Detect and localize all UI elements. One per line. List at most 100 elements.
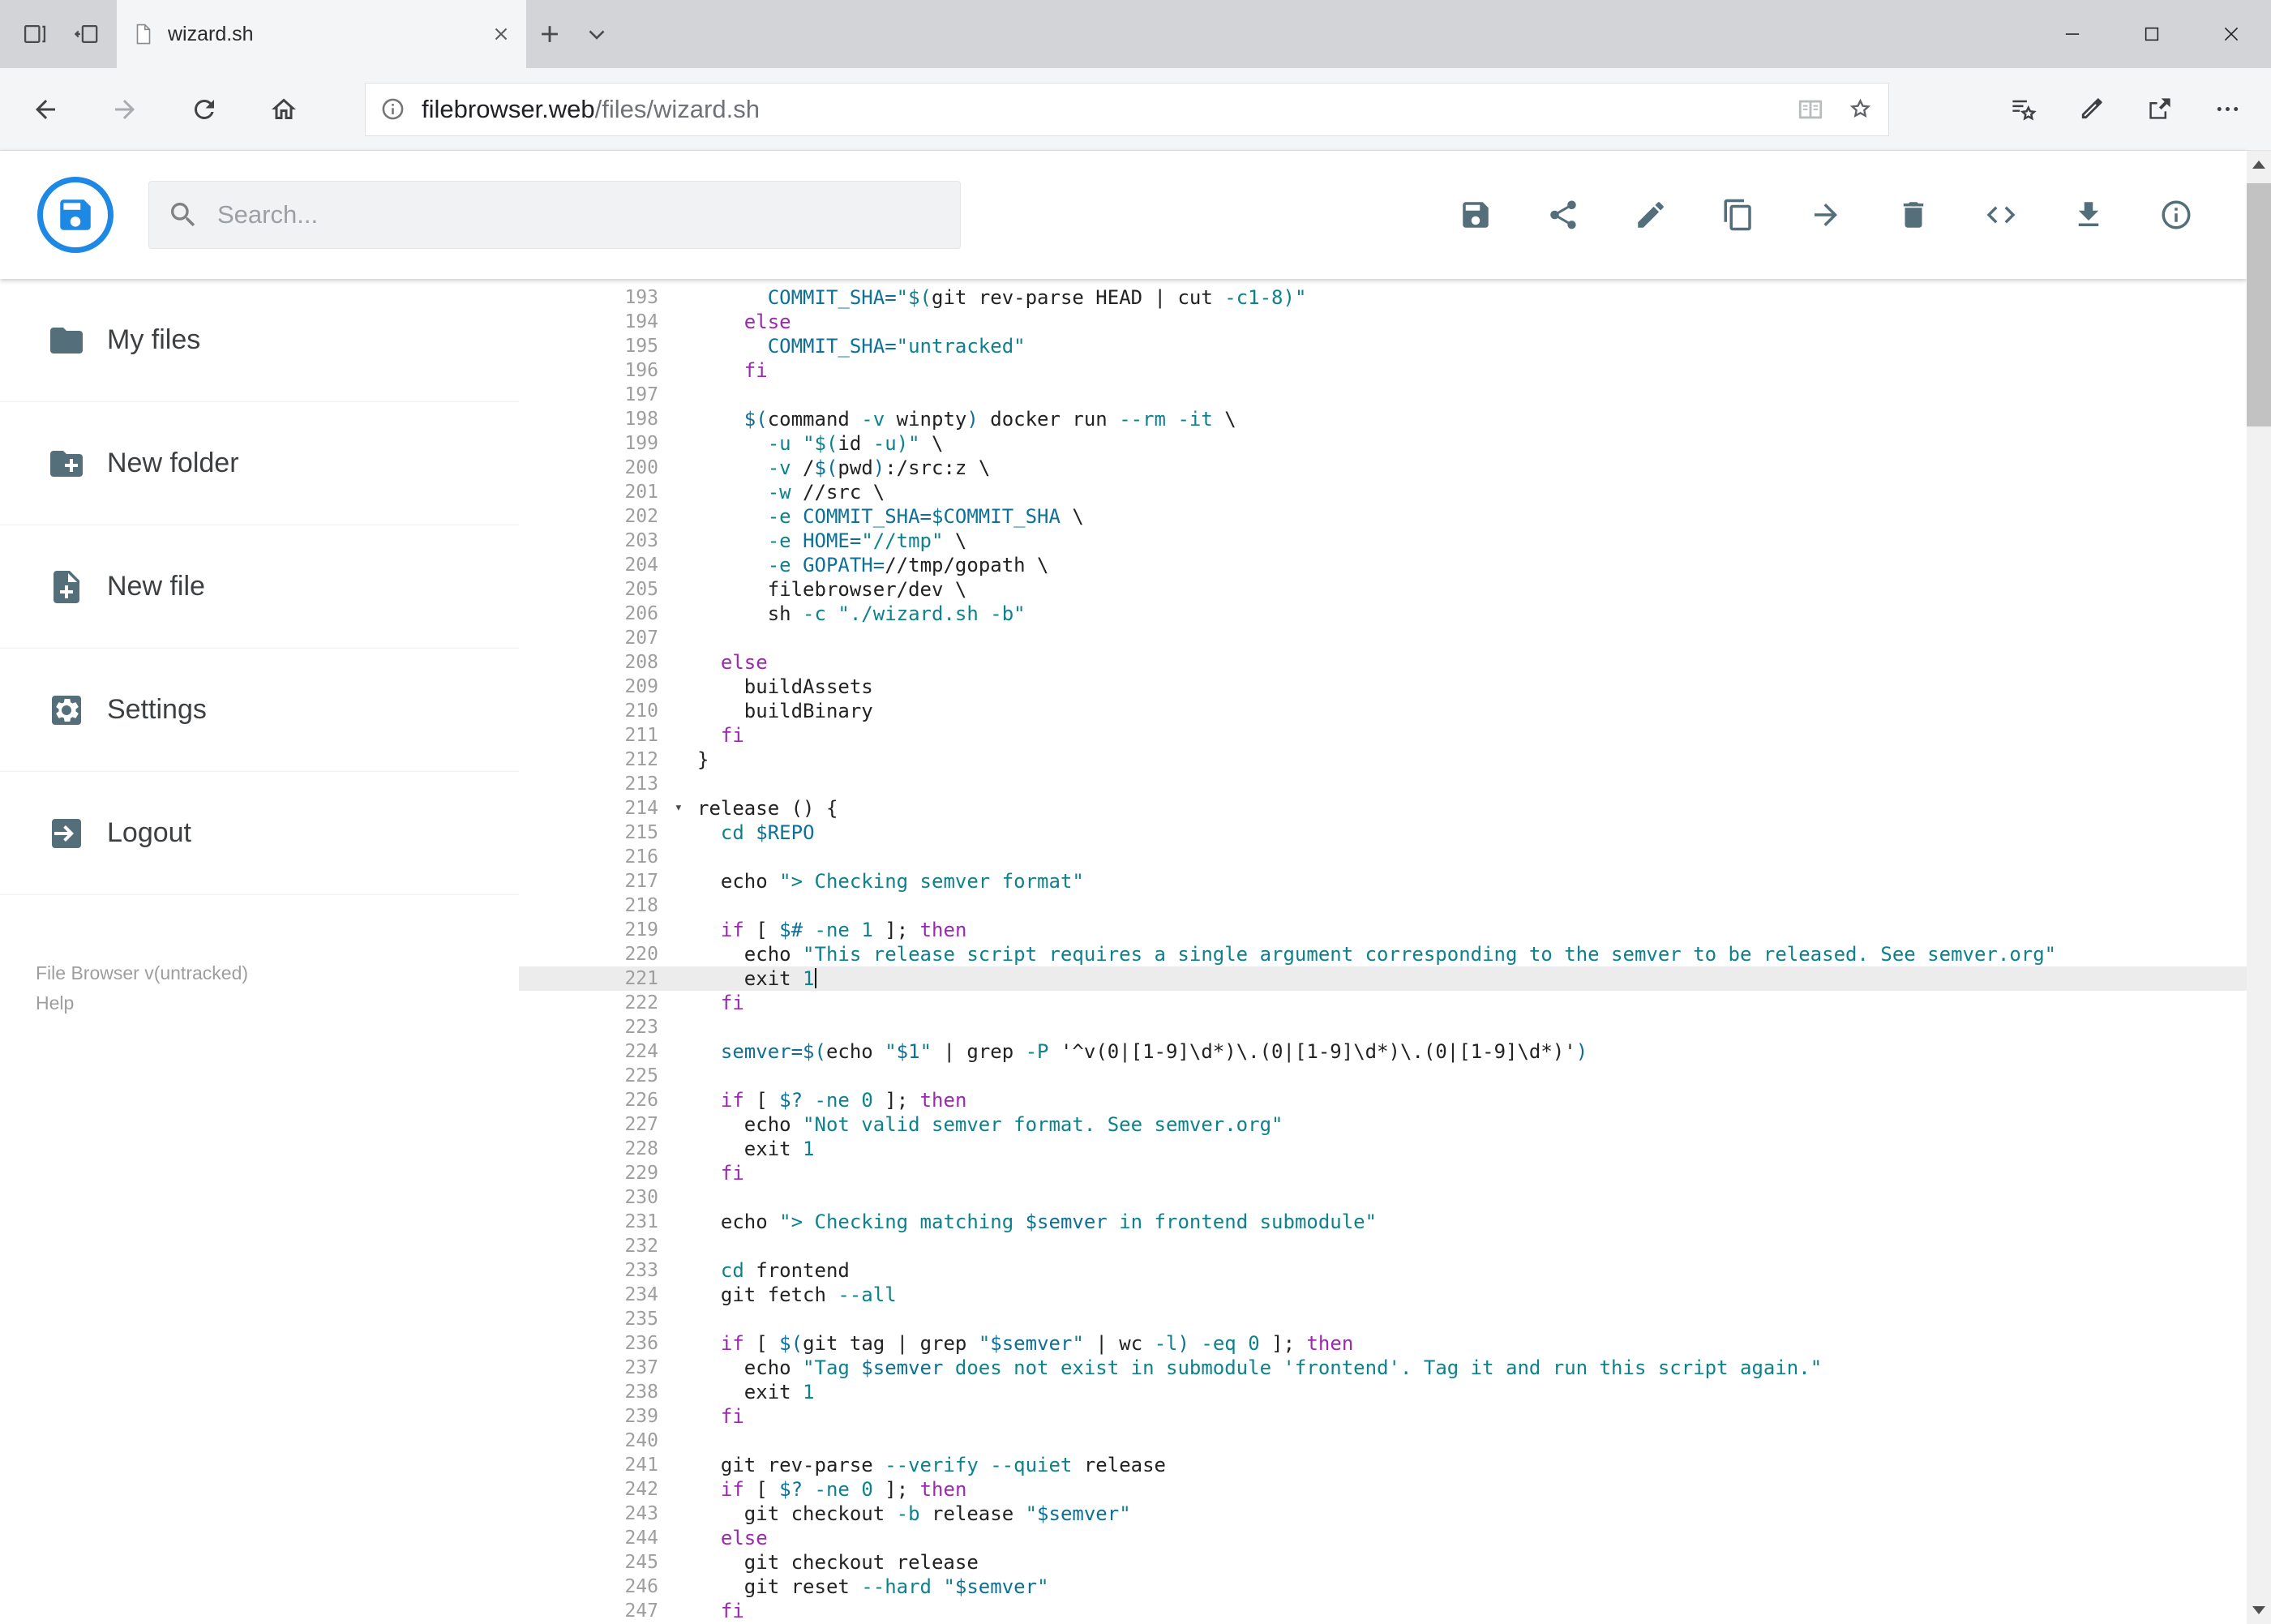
code-line-237[interactable]: 237 echo "Tag $semver does not exist in … — [519, 1356, 2247, 1380]
new-tab-button[interactable] — [526, 0, 573, 68]
code-line-215[interactable]: 215 cd $REPO — [519, 821, 2247, 845]
favorite-star-icon[interactable] — [1847, 96, 1874, 122]
code-line-206[interactable]: 206 sh -c "./wizard.sh -b" — [519, 602, 2247, 626]
code-line-240[interactable]: 240 — [519, 1429, 2247, 1453]
code-line-225[interactable]: 225 — [519, 1064, 2247, 1088]
sidebar-item-new-file[interactable]: New file — [0, 525, 519, 649]
window-close-button[interactable] — [2192, 0, 2271, 68]
site-info-icon[interactable] — [380, 96, 405, 122]
code-line-247[interactable]: 247 fi — [519, 1599, 2247, 1623]
code-line-242[interactable]: 242 if [ $? -ne 0 ]; then — [519, 1477, 2247, 1502]
code-line-221[interactable]: 221 exit 1 — [519, 966, 2247, 991]
reading-view-icon[interactable] — [1797, 96, 1824, 123]
code-line-231[interactable]: 231 echo "> Checking matching $semver in… — [519, 1210, 2247, 1234]
back-button[interactable] — [15, 79, 76, 140]
code-line-209[interactable]: 209 buildAssets — [519, 675, 2247, 699]
window-minimize-button[interactable] — [2033, 0, 2112, 68]
more-menu-button[interactable] — [2193, 79, 2261, 140]
home-button[interactable] — [253, 79, 315, 140]
code-line-234[interactable]: 234 git fetch --all — [519, 1283, 2247, 1307]
code-line-227[interactable]: 227 echo "Not valid semver format. See s… — [519, 1112, 2247, 1137]
code-line-207[interactable]: 207 — [519, 626, 2247, 650]
tab-preview-toggle-button[interactable] — [573, 0, 620, 68]
code-line-219[interactable]: 219 if [ $# -ne 1 ]; then — [519, 918, 2247, 942]
code-line-220[interactable]: 220 echo "This release script requires a… — [519, 942, 2247, 966]
delete-button[interactable] — [1896, 198, 1930, 232]
scroll-down-arrow[interactable] — [2247, 1596, 2271, 1624]
scrollbar-thumb[interactable] — [2247, 183, 2271, 426]
code-line-204[interactable]: 204 -e GOPATH=//tmp/gopath \ — [519, 553, 2247, 577]
code-line-241[interactable]: 241 git rev-parse --verify --quiet relea… — [519, 1453, 2247, 1477]
code-line-238[interactable]: 238 exit 1 — [519, 1380, 2247, 1404]
tabs-you-set-aside-button[interactable] — [11, 0, 58, 68]
code-line-197[interactable]: 197 — [519, 383, 2247, 407]
info-button[interactable] — [2159, 198, 2193, 232]
code-editor[interactable]: 193 COMMIT_SHA="$(git rev-parse HEAD | c… — [519, 279, 2247, 1624]
download-button[interactable] — [2072, 198, 2106, 232]
code-line-218[interactable]: 218 — [519, 893, 2247, 918]
code-line-201[interactable]: 201 -w //src \ — [519, 480, 2247, 504]
search-input[interactable] — [216, 199, 942, 230]
code-line-200[interactable]: 200 -v /$(pwd):/src:z \ — [519, 456, 2247, 480]
code-line-199[interactable]: 199 -u "$(id -u)" \ — [519, 431, 2247, 456]
copy-button[interactable] — [1721, 198, 1755, 232]
code-line-233[interactable]: 233 cd frontend — [519, 1258, 2247, 1283]
move-button[interactable] — [1809, 198, 1843, 232]
code-line-224[interactable]: 224 semver=$(echo "$1" | grep -P '^v(0|[… — [519, 1039, 2247, 1064]
code-line-193[interactable]: 193 COMMIT_SHA="$(git rev-parse HEAD | c… — [519, 285, 2247, 310]
tab-close-icon[interactable] — [491, 24, 512, 45]
rename-button[interactable] — [1634, 198, 1668, 232]
code-line-217[interactable]: 217 echo "> Checking semver format" — [519, 869, 2247, 893]
code-line-244[interactable]: 244 else — [519, 1526, 2247, 1550]
browser-tab[interactable]: wizard.sh — [117, 0, 526, 68]
hub-favorites-button[interactable] — [1989, 79, 2057, 140]
code-line-223[interactable]: 223 — [519, 1015, 2247, 1039]
code-line-213[interactable]: 213 — [519, 772, 2247, 796]
url-field[interactable]: filebrowser.web/files/wizard.sh — [365, 82, 1889, 136]
filebrowser-logo[interactable] — [37, 177, 114, 253]
code-line-214[interactable]: 214 ▾ release () { — [519, 796, 2247, 821]
code-line-236[interactable]: 236 if [ $(git tag | grep "$semver" | wc… — [519, 1331, 2247, 1356]
code-line-235[interactable]: 235 — [519, 1307, 2247, 1331]
code-line-226[interactable]: 226 if [ $? -ne 0 ]; then — [519, 1088, 2247, 1112]
code-line-229[interactable]: 229 fi — [519, 1161, 2247, 1185]
code-line-196[interactable]: 196 fi — [519, 358, 2247, 383]
code-line-208[interactable]: 208 else — [519, 650, 2247, 675]
code-line-195[interactable]: 195 COMMIT_SHA="untracked" — [519, 334, 2247, 358]
help-link[interactable]: Help — [36, 988, 248, 1018]
code-button[interactable] — [1984, 198, 2018, 232]
sidebar-item-logout[interactable]: Logout — [0, 772, 519, 895]
sidebar-item-my-files[interactable]: My files — [0, 279, 519, 402]
fold-marker-icon[interactable]: ▾ — [675, 795, 683, 820]
url-text[interactable]: filebrowser.web/files/wizard.sh — [422, 95, 760, 124]
code-line-202[interactable]: 202 -e COMMIT_SHA=$COMMIT_SHA \ — [519, 504, 2247, 529]
code-line-239[interactable]: 239 fi — [519, 1404, 2247, 1429]
sidebar-item-new-folder[interactable]: New folder — [0, 402, 519, 525]
code-line-212[interactable]: 212} — [519, 748, 2247, 772]
code-line-246[interactable]: 246 git reset --hard "$semver" — [519, 1575, 2247, 1599]
code-line-216[interactable]: 216 — [519, 845, 2247, 869]
code-line-205[interactable]: 205 filebrowser/dev \ — [519, 577, 2247, 602]
forward-button[interactable] — [94, 79, 156, 140]
code-line-230[interactable]: 230 — [519, 1185, 2247, 1210]
code-line-243[interactable]: 243 git checkout -b release "$semver" — [519, 1502, 2247, 1526]
web-note-button[interactable] — [2057, 79, 2125, 140]
code-line-210[interactable]: 210 buildBinary — [519, 699, 2247, 723]
code-line-245[interactable]: 245 git checkout release — [519, 1550, 2247, 1575]
search-box[interactable] — [148, 181, 961, 249]
scroll-up-arrow[interactable] — [2247, 151, 2271, 178]
code-line-211[interactable]: 211 fi — [519, 723, 2247, 748]
refresh-button[interactable] — [174, 79, 235, 140]
save-button[interactable] — [1459, 198, 1493, 232]
page-scrollbar[interactable] — [2247, 151, 2271, 1624]
code-line-222[interactable]: 222 fi — [519, 991, 2247, 1015]
code-line-203[interactable]: 203 -e HOME="//tmp" \ — [519, 529, 2247, 553]
window-maximize-button[interactable] — [2112, 0, 2192, 68]
sidebar-item-settings[interactable]: Settings — [0, 649, 519, 772]
code-line-232[interactable]: 232 — [519, 1234, 2247, 1258]
code-line-228[interactable]: 228 exit 1 — [519, 1137, 2247, 1161]
code-line-194[interactable]: 194 else — [519, 310, 2247, 334]
set-tabs-aside-button[interactable] — [63, 0, 110, 68]
share-button[interactable] — [1546, 198, 1580, 232]
share-button[interactable] — [2125, 79, 2193, 140]
